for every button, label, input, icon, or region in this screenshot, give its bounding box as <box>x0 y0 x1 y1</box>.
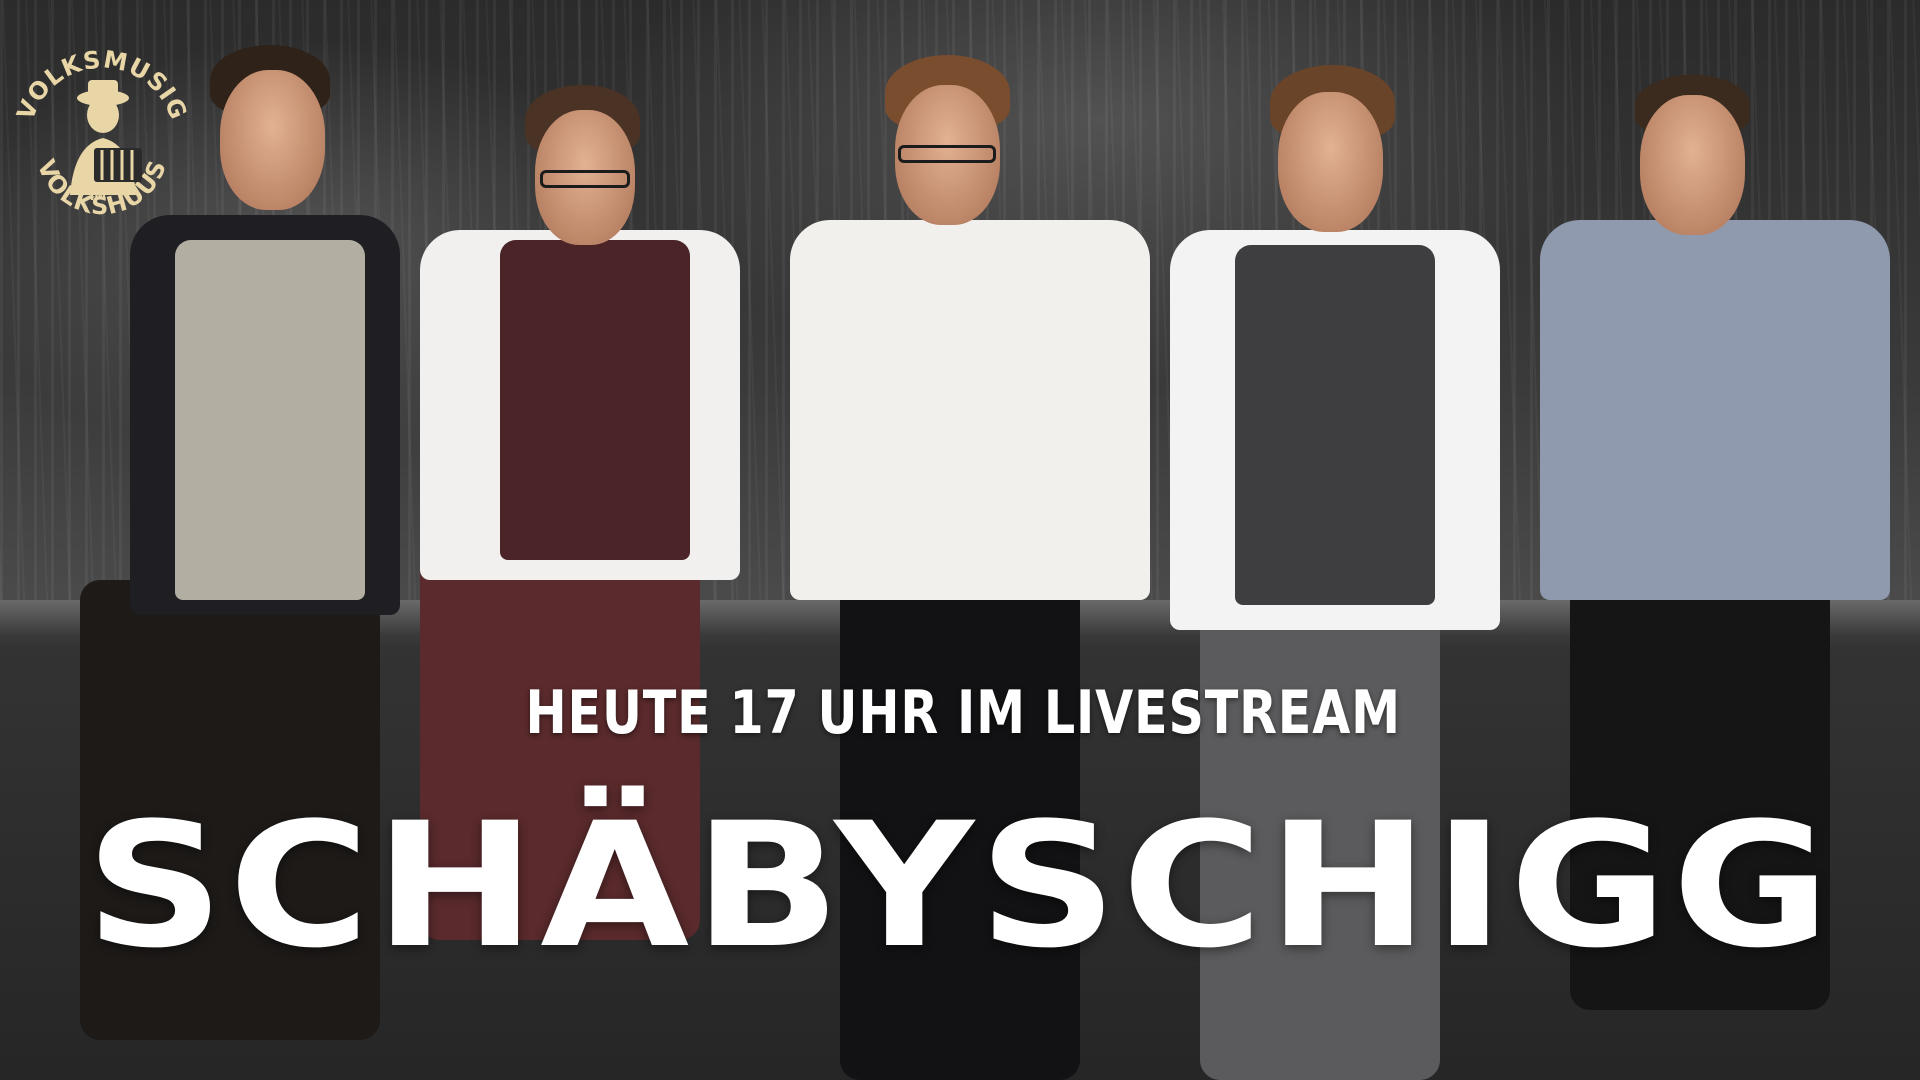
event-subtitle: HEUTE 17 UHR IM LIVESTREAM <box>525 678 1401 748</box>
accordion-player-icon: VOLKSMUSIG VOLKSHUUS IM <box>11 45 191 220</box>
volksmusig-logo: VOLKSMUSIG VOLKSHUUS IM <box>8 30 194 240</box>
glasses <box>540 170 630 188</box>
band-name-title: SCHÄBYSCHIGG <box>85 785 1835 986</box>
poster: VOLKSMUSIG VOLKSHUUS IM HEUTE 17 UHR IM … <box>0 0 1920 1080</box>
logo-middle-text: IM <box>90 189 106 203</box>
glasses <box>898 145 996 163</box>
